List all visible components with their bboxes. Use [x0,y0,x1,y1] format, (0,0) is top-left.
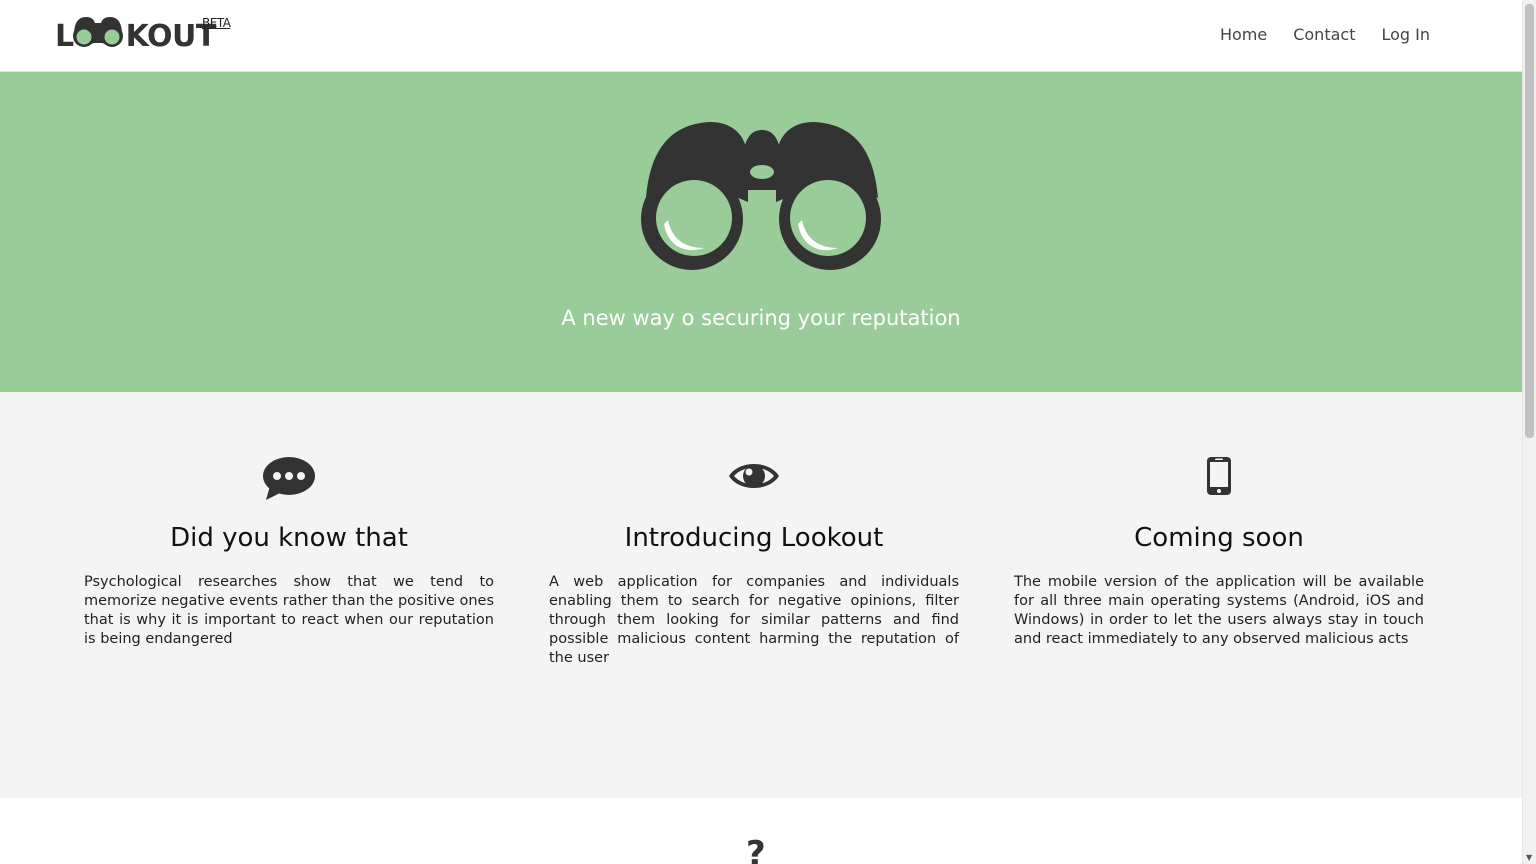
nav-login-link[interactable]: Log In [1381,25,1430,44]
site-header: L KOUT BETA Home Contact Log In [0,0,1522,72]
features-section: Did you know that Psychological research… [0,392,1522,798]
chat-bubble-icon [263,457,315,500]
scroll-down-arrow-icon[interactable]: ▼ [1526,853,1532,862]
feature-text: Psychological researches show that we te… [84,574,494,647]
logo[interactable]: L KOUT BETA [55,13,245,54]
scrollbar-thumb[interactable] [1525,4,1534,438]
binoculars-icon [641,122,881,270]
main-nav: Home Contact Log In [1220,25,1430,44]
feature-title: Introducing Lookout [624,523,884,553]
feature-title: Coming soon [1134,523,1304,553]
eye-icon [729,464,779,488]
hero-tagline: A new way o securing your reputation [561,306,961,330]
question-mark-icon: ? [746,834,766,864]
mobile-phone-icon [1207,457,1231,495]
hero-banner: A new way o securing your reputation [0,72,1522,392]
binoculars-logo-icon [73,17,123,47]
nav-contact-link[interactable]: Contact [1293,25,1355,44]
page-scrollbar[interactable]: ▼ [1522,0,1536,864]
feature-text: The mobile version of the application wi… [1014,574,1424,647]
next-section: ? [0,798,1522,864]
feature-title: Did you know that [170,523,408,553]
feature-text: A web application for companies and indi… [549,574,959,666]
nav-home-link[interactable]: Home [1220,25,1267,44]
beta-badge[interactable]: BETA [202,16,231,30]
